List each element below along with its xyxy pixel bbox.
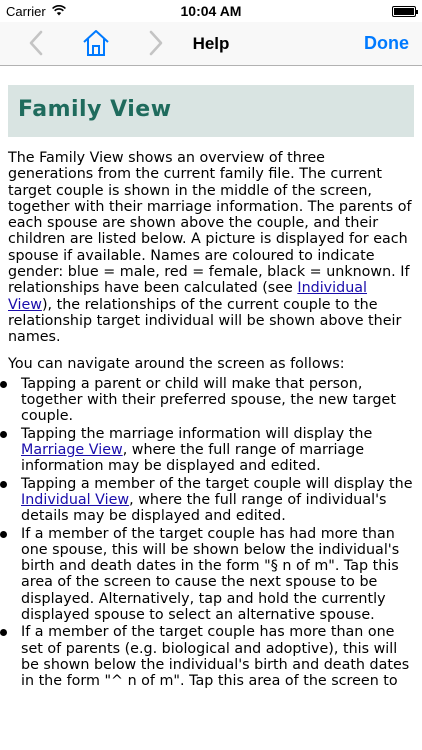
- list-item-text: Tapping the marriage information will di…: [21, 425, 373, 442]
- intro-text-part2: ), the relationships of the current coup…: [8, 296, 402, 346]
- done-button[interactable]: Done: [364, 33, 409, 54]
- navigation-bar: Help Done: [0, 22, 422, 66]
- list-item: If a member of the target couple has had…: [0, 525, 414, 624]
- list-item: Tapping the marriage information will di…: [0, 425, 414, 475]
- section-heading: Family View: [18, 97, 172, 122]
- navigate-intro: You can navigate around the screen as fo…: [8, 355, 345, 372]
- navigation-list: Tapping a parent or child will make that…: [0, 375, 414, 690]
- individual-view-link[interactable]: Individual View: [21, 492, 129, 508]
- list-item-text: Tapping a parent or child will make that…: [21, 375, 396, 425]
- status-time: 10:04 AM: [180, 3, 242, 19]
- list-item: If a member of the target couple has mor…: [0, 624, 414, 690]
- list-item-text: If a member of the target couple has had…: [21, 525, 400, 624]
- page-title: Help: [192, 34, 230, 53]
- heading-banner: Family View: [8, 85, 414, 137]
- intro-paragraph: The Family View shows an overview of thr…: [8, 150, 414, 346]
- list-item-text: Tapping a member of the target couple wi…: [21, 475, 413, 492]
- list-item: Tapping a parent or child will make that…: [0, 375, 414, 425]
- bullet-icon: [0, 629, 7, 637]
- status-bar: Carrier 10:04 AM: [0, 0, 422, 22]
- list-item-text: If a member of the target couple has mor…: [21, 624, 410, 690]
- bullet-icon: [0, 480, 7, 488]
- bullet-icon: [0, 430, 7, 438]
- intro-text-part1: The Family View shows an overview of thr…: [8, 150, 412, 297]
- bullet-icon: [0, 530, 7, 538]
- battery-icon: [392, 6, 418, 17]
- marriage-view-link[interactable]: Marriage View: [21, 442, 123, 458]
- bullet-icon: [0, 380, 7, 388]
- list-item: Tapping a member of the target couple wi…: [0, 475, 414, 525]
- help-content: Family View The Family View shows an ove…: [0, 85, 414, 691]
